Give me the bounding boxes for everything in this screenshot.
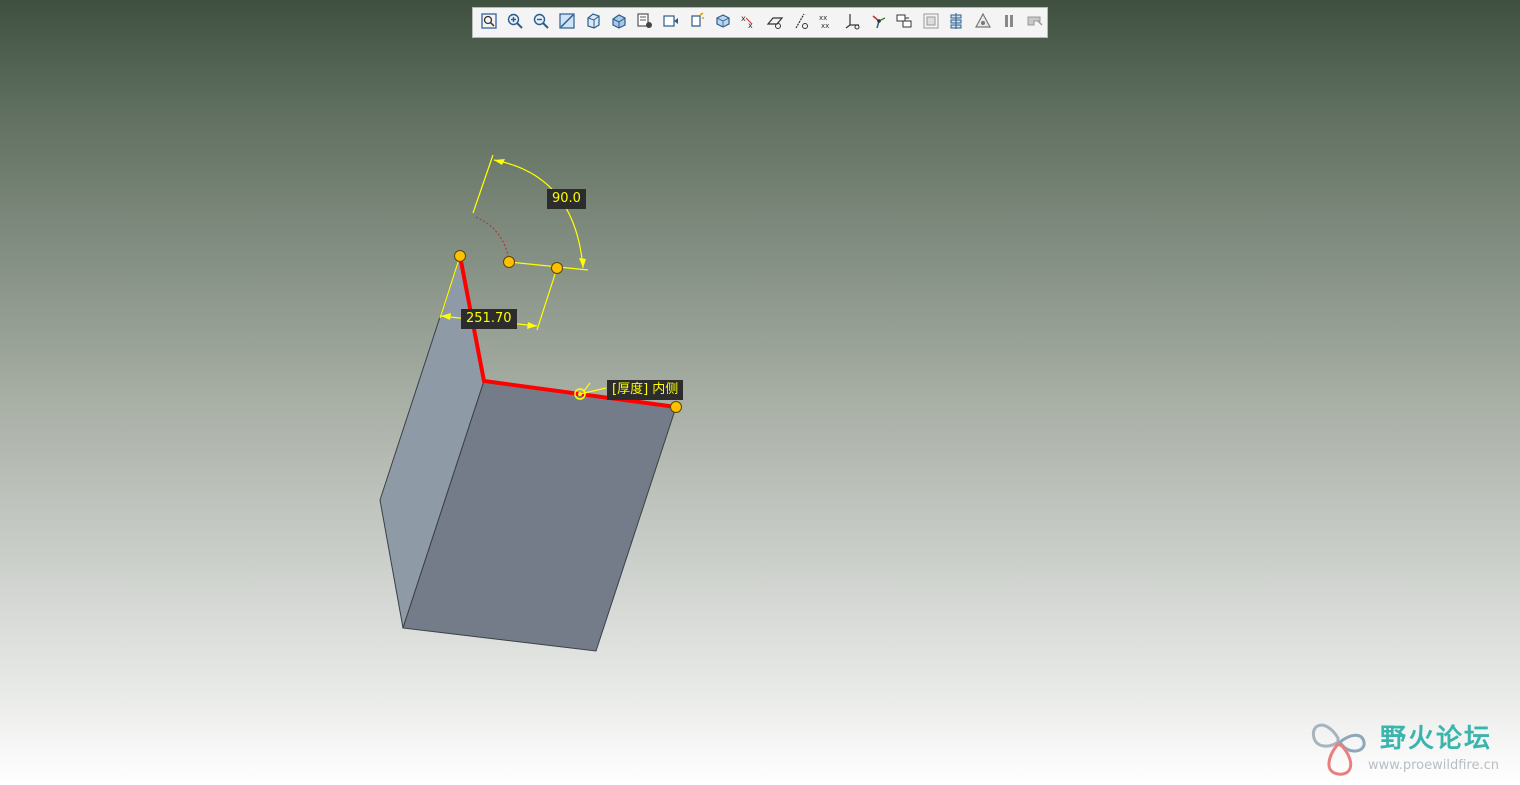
length-dimension-value[interactable]: 251.70	[461, 309, 517, 329]
model-canvas[interactable]	[0, 0, 1520, 785]
saved-orientations-icon	[584, 12, 602, 34]
refit-button[interactable]	[477, 11, 501, 35]
plane-display-icon	[766, 12, 784, 34]
zoom-in-icon	[506, 12, 524, 34]
sketcher-display-button[interactable]	[971, 11, 995, 35]
axis-display-button[interactable]	[789, 11, 813, 35]
annotation-filters-icon	[922, 12, 940, 34]
drag-handle-top[interactable]	[454, 250, 466, 262]
annotation-display-button[interactable]	[711, 11, 735, 35]
plane-display-button[interactable]	[763, 11, 787, 35]
layer-icon	[948, 12, 966, 34]
watermark-title: 野火论坛	[1380, 724, 1493, 754]
display-style-icon	[610, 12, 628, 34]
section-button[interactable]	[685, 11, 709, 35]
graphics-toolbar: x x xx xx	[472, 7, 1048, 38]
drag-handle-arc[interactable]	[503, 256, 515, 268]
section-icon	[688, 11, 706, 34]
sketch-view-button[interactable]	[659, 11, 683, 35]
annotation-filters-button[interactable]	[919, 11, 943, 35]
axis-display-icon	[792, 12, 810, 34]
csys-display-button[interactable]	[841, 11, 865, 35]
spin-center-button[interactable]	[867, 11, 891, 35]
saved-orientations-button[interactable]	[581, 11, 605, 35]
graphics-window[interactable]: 90.0 251.70 [厚度] 内侧 x x xx xx 野火论坛 www.proe…	[0, 0, 1520, 785]
drag-handle-dim[interactable]	[551, 262, 563, 274]
angle-dimension[interactable]	[472, 154, 589, 271]
watermark-url: www.proewildfire.cn	[1368, 758, 1499, 773]
spin-center-icon	[870, 12, 888, 34]
view-manager-icon	[636, 12, 654, 34]
annotation-display-icon	[714, 12, 732, 34]
sketcher-display-icon	[974, 12, 992, 34]
pause-button[interactable]	[997, 11, 1021, 35]
drag-handle-end[interactable]	[670, 401, 682, 413]
refit-icon	[480, 12, 498, 34]
svg-text:xx: xx	[819, 14, 827, 22]
exit-icon	[1026, 12, 1044, 34]
exit-button[interactable]	[1023, 11, 1047, 35]
pause-icon	[1000, 12, 1018, 34]
point-tag-display-button[interactable]: xx xx	[815, 11, 839, 35]
display-style-button[interactable]	[607, 11, 631, 35]
view-manager-button[interactable]	[633, 11, 657, 35]
zoom-out-button[interactable]	[529, 11, 553, 35]
point-tag-display-icon: xx xx	[818, 12, 836, 34]
construction-arc	[475, 216, 510, 263]
point-display-icon: xx	[740, 12, 758, 34]
butterfly-logo-icon	[1311, 723, 1366, 776]
zoom-out-icon	[532, 12, 550, 34]
point-display-button[interactable]: xx	[737, 11, 761, 35]
repaint-button[interactable]	[555, 11, 579, 35]
layer-button[interactable]	[945, 11, 969, 35]
svg-text:x: x	[741, 14, 746, 23]
forum-watermark: 野火论坛 www.proewildfire.cn	[1308, 716, 1516, 778]
zoom-in-button[interactable]	[503, 11, 527, 35]
thickness-side-tag[interactable]: [厚度] 内侧	[607, 380, 684, 400]
angle-dimension-value[interactable]: 90.0	[547, 189, 586, 209]
csys-display-icon	[844, 12, 862, 34]
sketch-view-icon	[662, 12, 680, 34]
datum-display-filters-button[interactable]	[893, 11, 917, 35]
repaint-icon	[558, 12, 576, 34]
svg-text:xx: xx	[821, 22, 829, 30]
datum-display-filters-icon	[896, 12, 914, 34]
